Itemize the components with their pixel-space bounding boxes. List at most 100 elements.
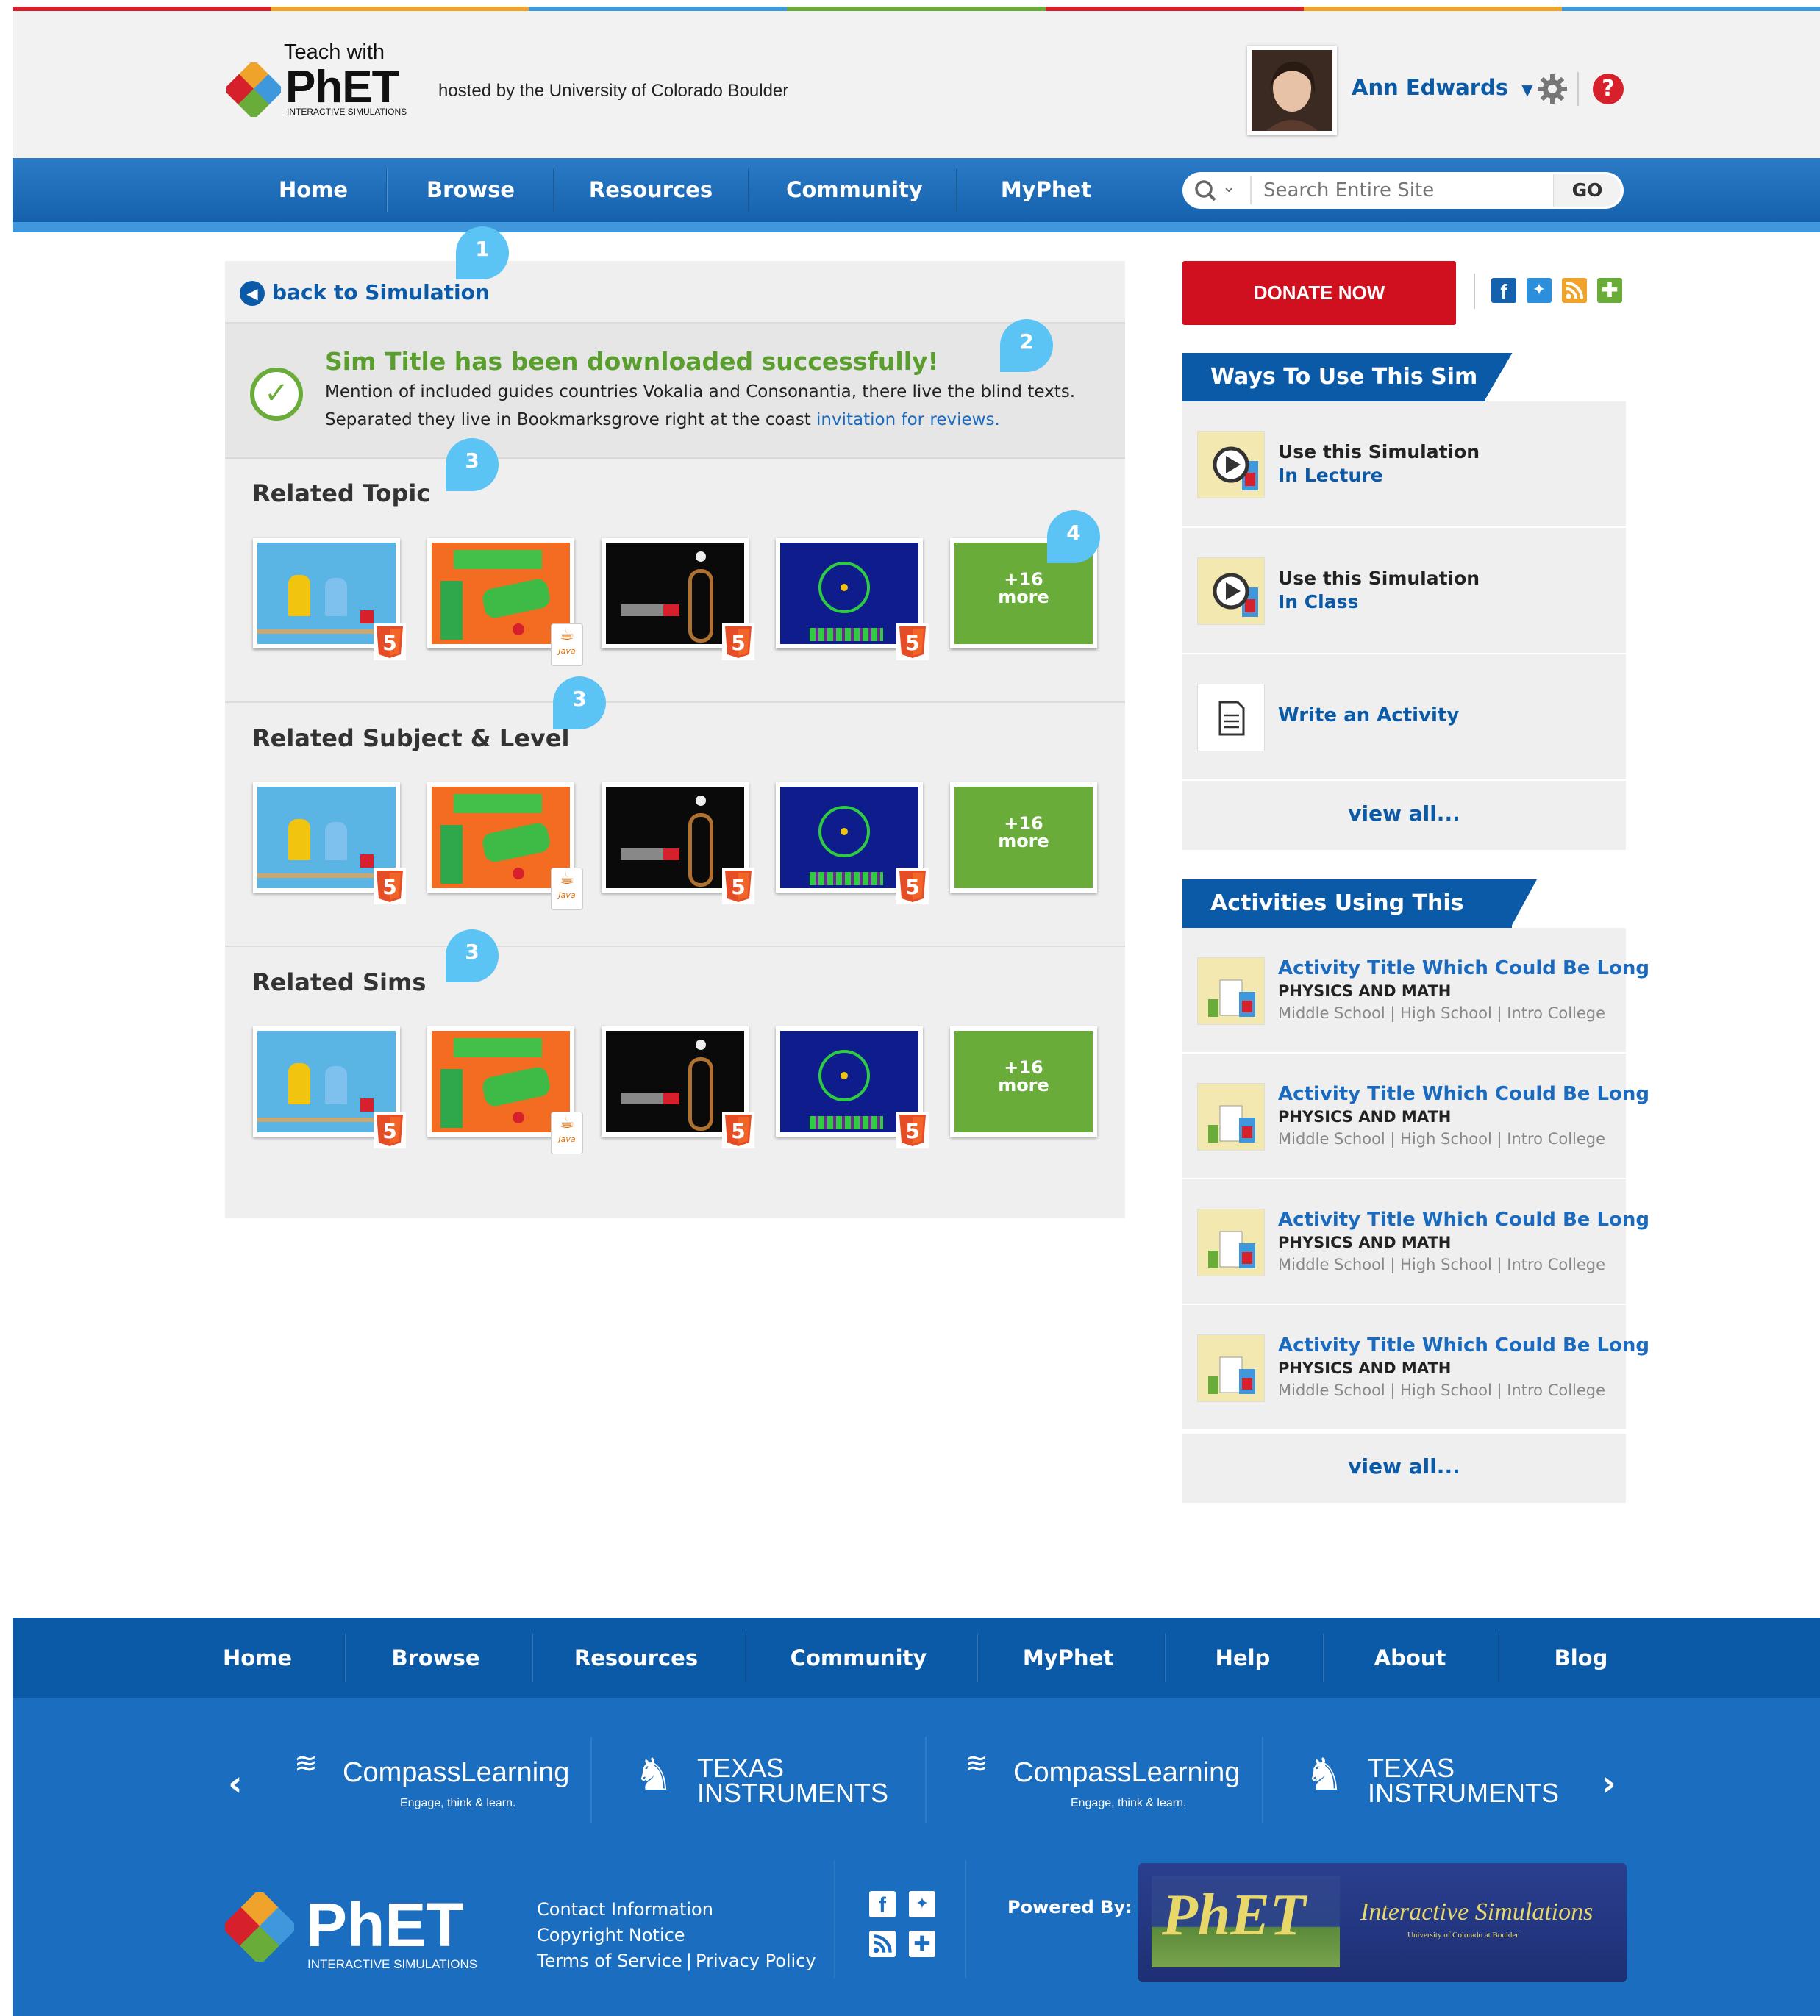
callout-bubble: 1 [456,226,509,279]
gear-icon[interactable] [1537,74,1568,104]
more-count: +16 [1004,569,1043,590]
avatar[interactable] [1247,46,1337,135]
svg-text:5: 5 [382,631,396,655]
divider [1474,274,1475,309]
back-to-simulation-link[interactable]: ◀ back to Simulation [240,278,490,307]
footer-nav-blog[interactable]: Blog [1533,1618,1629,1698]
section-title-related-topic: Related Topic [252,479,431,507]
sponsor-name: TEXAS INSTRUMENTS [1368,1753,1559,1808]
privacy-policy-link[interactable]: Privacy Policy [696,1951,816,1971]
help-icon[interactable]: ? [1593,74,1624,104]
footer-twitter-icon[interactable]: ✦ [909,1891,935,1917]
nav-underline [13,222,1820,232]
callout-bubble: 2 [1000,319,1053,372]
search-icon[interactable] [1194,179,1219,203]
footer-nav-separator [745,1634,746,1682]
footer-nav-home[interactable]: Home [213,1618,301,1698]
activity-title-link[interactable]: Activity Title Which Could Be Long [1278,1334,1649,1356]
sponsor-name: CompassLearning [1013,1757,1241,1788]
footer-logo-sub-text: INTERACTIVE SIMULATIONS [307,1957,478,1971]
success-text-body: Separated they live in Bookmarksgrove ri… [325,410,811,429]
sponsor-texas-instruments-1[interactable]: ♞ TEXAS INSTRUMENTS [634,1750,899,1816]
footer-share-icon[interactable]: ✚ [909,1931,935,1957]
way-class-line2[interactable]: In Class [1278,591,1358,612]
rss-icon[interactable] [1562,278,1587,303]
callout-bubble: 4 [1047,510,1100,563]
footer-phet-logo[interactable]: PhET INTERACTIVE SIMULATIONS [225,1890,504,1971]
footer-nav-about[interactable]: About [1357,1618,1463,1698]
terms-of-service-link[interactable]: Terms of Service [537,1951,682,1971]
search-go-button[interactable]: GO [1553,174,1621,207]
footer-nav-myphet[interactable]: MyPhet [1011,1618,1125,1698]
nav-separator [748,169,749,212]
callout-bubble: 3 [446,438,499,491]
nav-resources[interactable]: Resources [581,158,721,222]
more-sims-button[interactable]: +16 more [950,782,1097,893]
activity-title-link[interactable]: Activity Title Which Could Be Long [1278,957,1649,979]
way-lecture-line2[interactable]: In Lecture [1278,465,1383,486]
play-video-icon [1198,432,1264,498]
powered-by-label: Powered By: [1007,1897,1132,1917]
success-check-icon: ✓ [250,368,303,421]
activity-levels: Middle School | High School | Intro Coll… [1278,1381,1606,1399]
user-name-menu[interactable]: Ann Edwards ▼ [1352,75,1533,100]
sponsor-compasslearning-2[interactable]: ≋ CompassLearning Engage, think & learn. [965,1747,1244,1815]
sponsor-name: CompassLearning [343,1757,570,1788]
carousel-next-icon[interactable]: › [1602,1763,1616,1804]
ti-logo-icon: ♞ [1305,1750,1344,1799]
share-icon[interactable]: ✚ [1597,278,1622,303]
footer-divider [1262,1737,1263,1823]
footer-rss-icon[interactable] [869,1931,896,1957]
phet-powered-banner[interactable]: PhET Interactive Simulations University … [1138,1863,1627,1982]
copyright-notice-link[interactable]: Copyright Notice [537,1923,816,1948]
footer-nav-community[interactable]: Community [779,1618,938,1698]
phet-logo[interactable]: Teach with PhET INTERACTIVE SIMULATIONS [226,40,425,121]
activity-levels: Middle School | High School | Intro Coll… [1278,1130,1606,1148]
header-divider [1577,72,1579,106]
footer-link-separator: | [685,1951,692,1971]
success-text-line2: Separated they live in Bookmarksgrove ri… [325,410,1000,429]
footer-nav-help[interactable]: Help [1199,1618,1287,1698]
activities-view-all-link[interactable]: view all... [1182,1454,1626,1479]
ways-view-all-link[interactable]: view all... [1182,801,1626,826]
html5-badge-icon: 5 [896,868,929,904]
svg-text:5: 5 [731,631,745,655]
footer-logo-phet-text: PhET [306,1890,464,1959]
activity-title-link[interactable]: Activity Title Which Could Be Long [1278,1209,1649,1231]
footer-facebook-icon[interactable]: f [869,1891,896,1917]
footer-nav-separator [532,1634,533,1682]
carousel-prev-icon[interactable]: ‹ [228,1763,243,1804]
twitter-icon[interactable]: ✦ [1527,278,1552,303]
banner-phet-text: PhET [1162,1883,1306,1948]
html5-badge-icon: 5 [722,623,754,660]
search-input[interactable] [1256,175,1550,206]
sponsor-compasslearning-1[interactable]: ≋ CompassLearning Engage, think & learn. [294,1747,574,1815]
nav-myphet[interactable]: MyPhet [982,158,1110,222]
facebook-icon[interactable]: f [1491,278,1516,303]
more-label: more [998,1075,1049,1095]
donate-now-button[interactable]: DONATE NOW [1182,261,1456,325]
callout-bubble: 3 [553,676,606,729]
sponsor-texas-instruments-2[interactable]: ♞ TEXAS INSTRUMENTS [1305,1750,1569,1816]
logo-phet-text: PhET [285,62,399,112]
html5-badge-icon: 5 [722,1112,754,1148]
phet-puzzle-icon [226,62,281,117]
nav-home[interactable]: Home [262,158,365,222]
contact-information-link[interactable]: Contact Information [537,1897,816,1923]
nav-community[interactable]: Community [774,158,935,222]
activity-thumbnail-icon [1197,957,1265,1025]
invitation-for-reviews-link[interactable]: invitation for reviews. [816,410,1000,429]
more-count: +16 [1004,1057,1043,1078]
footer-links: Contact Information Copyright Notice Ter… [537,1897,816,1976]
write-activity-link[interactable]: Write an Activity [1278,704,1459,726]
footer-nav-resources[interactable]: Resources [566,1618,706,1698]
footer-nav-browse[interactable]: Browse [382,1618,489,1698]
divider [225,701,1125,703]
activity-title-link[interactable]: Activity Title Which Could Be Long [1278,1083,1649,1105]
search-scope-chevron-icon[interactable]: ⌄ [1222,178,1235,196]
logo-sub-text: INTERACTIVE SIMULATIONS [287,107,407,117]
nav-browse[interactable]: Browse [412,158,529,222]
footer-nav-separator [344,1634,346,1682]
svg-text:5: 5 [382,1119,396,1143]
more-sims-button[interactable]: +16 more [950,1026,1097,1137]
